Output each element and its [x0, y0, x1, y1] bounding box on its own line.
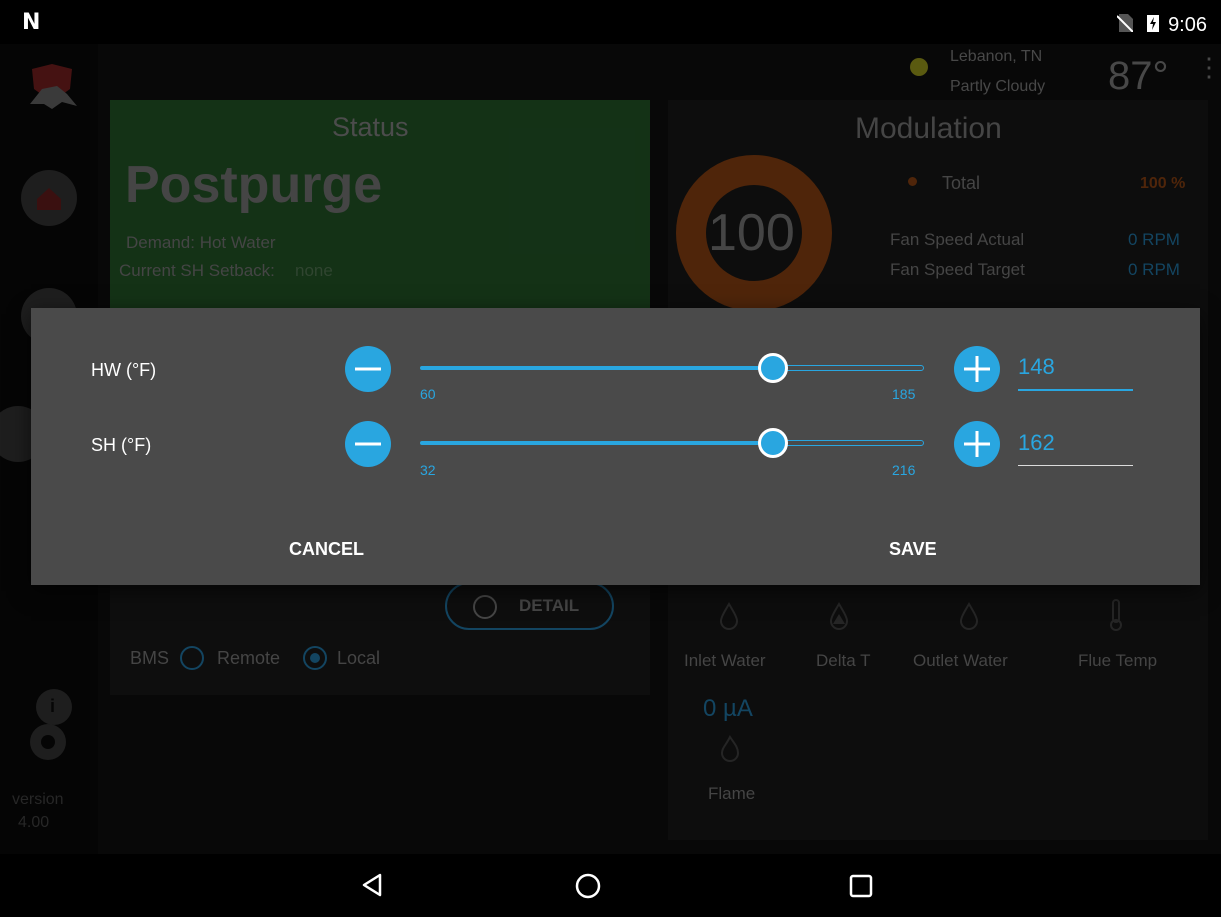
sh-slider-thumb[interactable] — [758, 428, 788, 458]
home-nav-icon[interactable] — [574, 872, 602, 900]
hw-increment-button[interactable] — [954, 346, 1000, 392]
hw-slider-track-rest[interactable] — [773, 365, 924, 371]
plus-icon — [964, 356, 990, 382]
cancel-button[interactable]: CANCEL — [289, 539, 364, 560]
system-status-bar: N 9:06 — [0, 0, 1221, 44]
sh-input-underline — [1018, 465, 1133, 466]
hw-label: HW (°F) — [91, 360, 157, 380]
hw-max: 185 — [892, 386, 916, 402]
sh-min: 32 — [420, 462, 436, 478]
battery-charging-icon — [1147, 15, 1159, 32]
plus-icon — [964, 431, 990, 457]
hw-value-input[interactable] — [1018, 354, 1133, 382]
back-icon[interactable] — [360, 872, 386, 898]
setpoint-dialog: HW (°F) 60 185 SH (°F) 32 216 CANCEL SAV… — [31, 308, 1200, 585]
sh-increment-button[interactable] — [954, 421, 1000, 467]
hw-decrement-button[interactable] — [345, 346, 391, 392]
sh-label: SH (°F) — [91, 435, 152, 455]
sh-value-input[interactable] — [1018, 430, 1133, 458]
minus-icon — [355, 442, 381, 446]
sh-slider-track-rest[interactable] — [773, 440, 924, 446]
sh-decrement-button[interactable] — [345, 421, 391, 467]
hw-min: 60 — [420, 386, 436, 402]
hw-slider-track-active[interactable] — [420, 366, 773, 370]
recents-icon[interactable] — [849, 874, 873, 898]
clock: 9:06 — [1168, 14, 1207, 36]
navigation-bar — [0, 854, 1221, 917]
no-sim-icon — [1117, 14, 1133, 32]
hw-input-underline — [1018, 389, 1133, 391]
n-notification-icon: N — [22, 10, 41, 35]
sh-max: 216 — [892, 462, 916, 478]
sh-slider-track-active[interactable] — [420, 441, 773, 445]
hw-slider-thumb[interactable] — [758, 353, 788, 383]
save-button[interactable]: SAVE — [889, 539, 937, 560]
minus-icon — [355, 367, 381, 371]
